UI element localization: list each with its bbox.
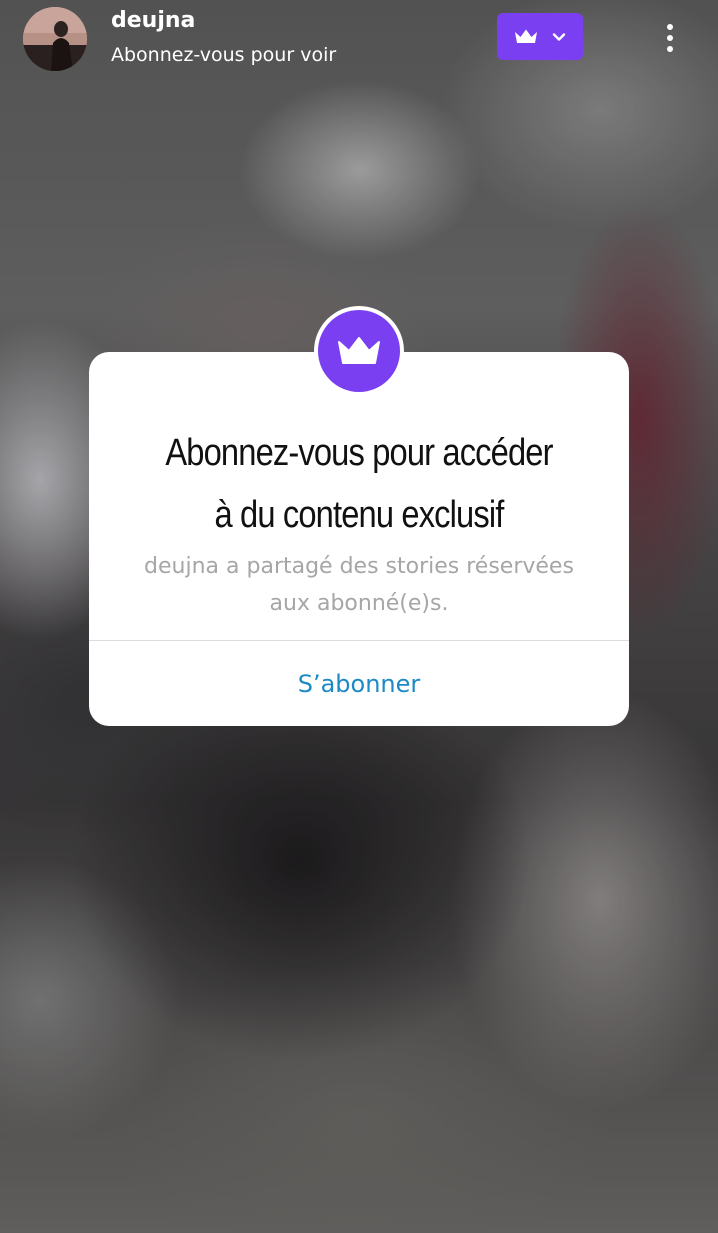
- story-viewer: deujna Abonnez-vous pour voir Abonnez-vo…: [0, 0, 718, 1233]
- modal-description-line-2: aux abonné(e)s.: [269, 591, 449, 616]
- subscribe-modal: Abonnez-vous pour accéder à du contenu e…: [89, 352, 629, 726]
- avatar[interactable]: [23, 7, 87, 71]
- modal-title-line-1: Abonnez-vous pour accéder: [165, 432, 553, 474]
- crown-icon: [338, 337, 380, 364]
- story-username[interactable]: deujna: [111, 8, 195, 33]
- modal-title: Abonnez-vous pour accéder à du contenu e…: [127, 422, 591, 546]
- vertical-dots-icon: [667, 24, 673, 30]
- crown-icon: [515, 29, 537, 43]
- subscription-badge: [314, 306, 404, 396]
- subscription-menu-button[interactable]: [497, 13, 583, 60]
- modal-description-line-1: deujna a partagé des stories réservées: [144, 554, 574, 579]
- subscribe-button[interactable]: S’abonner: [89, 641, 629, 726]
- chevron-down-icon: [552, 32, 566, 41]
- profile-photo-icon: [23, 7, 87, 71]
- modal-description: deujna a partagé des stories réservées a…: [109, 548, 609, 622]
- story-header: deujna Abonnez-vous pour voir: [0, 0, 718, 80]
- more-options-button[interactable]: [655, 18, 685, 58]
- story-subtitle: Abonnez-vous pour voir: [111, 44, 337, 66]
- modal-title-line-2: à du contenu exclusif: [214, 494, 505, 536]
